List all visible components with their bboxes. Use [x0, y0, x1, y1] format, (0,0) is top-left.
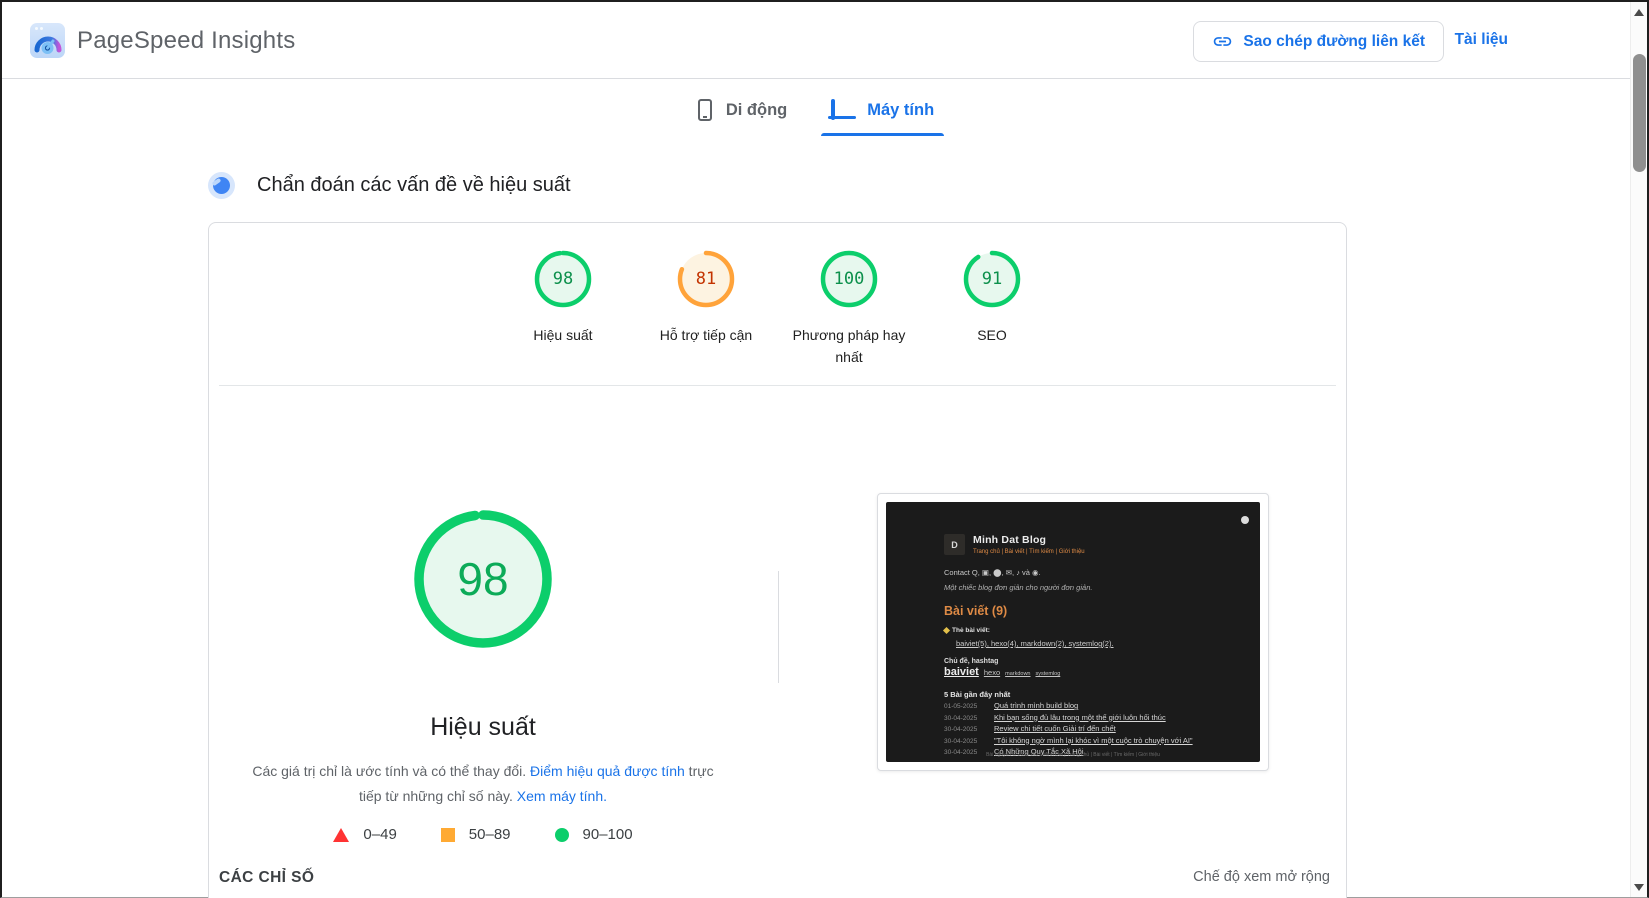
theme-toggle-dot-icon [1241, 516, 1249, 524]
category-seo[interactable]: 91 SEO [921, 249, 1064, 369]
site-contact-line: Contact Q, ▣, ⬤, ✉, ♪ và ◉. [944, 568, 1041, 577]
site-topics-label: Chủ đề, hashtag [944, 658, 998, 665]
category-gauges: 98 Hiệu suất 81 Hỗ trợ tiếp cận 100 [209, 249, 1346, 369]
laptop-icon [831, 101, 853, 119]
final-screenshot-thumbnail: D Minh Dat Blog Trang chủ | Bài viết | T… [877, 493, 1269, 771]
score-value: 100 [819, 249, 879, 309]
view-calculator-link[interactable]: Xem máy tính. [517, 788, 607, 804]
score-legend: 0–49 50–89 90–100 [243, 826, 723, 843]
legend-good: 90–100 [555, 826, 633, 843]
green-circle-icon [555, 828, 569, 842]
category-best-practices[interactable]: 100 Phương pháp hay nhất [778, 249, 921, 369]
category-accessibility[interactable]: 81 Hỗ trợ tiếp cận [635, 249, 778, 369]
legend-average: 50–89 [441, 826, 511, 843]
scroll-down-arrow[interactable] [1631, 879, 1647, 895]
category-label: SEO [977, 324, 1007, 346]
score-calculator-link[interactable]: Điểm hiệu quả được tính [530, 763, 685, 779]
site-tagline: Một chiếc blog đơn giản cho người đơn gi… [944, 583, 1092, 592]
category-performance[interactable]: 98 Hiệu suất [492, 249, 635, 369]
site-posts-heading: Bài viết (9) [944, 604, 1007, 618]
category-label: Phương pháp hay nhất [784, 324, 914, 369]
device-tabs: Di động Máy tính [2, 86, 1630, 136]
score-value: 81 [676, 249, 736, 309]
smartphone-icon [698, 99, 712, 121]
score-disclaimer: Các giá trị chỉ là ước tính và có thể th… [243, 759, 723, 809]
copy-link-button[interactable]: Sao chép đường liên kết [1193, 21, 1444, 62]
category-label: Hiệu suất [533, 324, 592, 346]
site-tag-cloud: baiviet hexo markdown systemlog [944, 666, 1060, 678]
performance-label: Hiệu suất [283, 713, 683, 742]
site-title: Minh Dat Blog [973, 534, 1085, 546]
metrics-section-header: CÁC CHỈ SỐ Chế độ xem mở rộng [219, 869, 1330, 887]
list-item: 30-04-2025 "Tôi không ngờ mình lại khóc … [944, 736, 1193, 748]
speed-gauge-icon [208, 172, 235, 199]
orange-square-icon [441, 828, 455, 842]
score-value: 98 [533, 249, 593, 309]
diagnose-title: Chẩn đoán các vấn đề về hiệu suất [257, 174, 571, 197]
vertical-scrollbar[interactable] [1630, 2, 1647, 897]
tag-icon [943, 627, 950, 634]
metrics-title: CÁC CHỈ SỐ [219, 869, 314, 887]
copy-link-label: Sao chép đường liên kết [1243, 33, 1425, 51]
score-value: 91 [962, 249, 1022, 309]
report-card: 98 Hiệu suất 81 Hỗ trợ tiếp cận 100 [208, 222, 1347, 898]
tab-mobile-label: Di động [726, 101, 787, 120]
page-title: PageSpeed Insights [77, 27, 295, 55]
site-tags-list: baiviet(5), hexo(4), markdown(2), system… [956, 639, 1114, 648]
site-recent-label: 5 Bài gần đây nhất [944, 690, 1010, 699]
site-tags-label: Thẻ bài viết: [944, 627, 990, 634]
site-nav: Trang chủ | Bài viết | Tìm kiếm | Giới t… [973, 549, 1085, 555]
list-item: 01-05-2025 Quá trình mình build blog [944, 701, 1193, 713]
tab-desktop-label: Máy tính [867, 101, 934, 120]
performance-score-gauge: 98 [411, 507, 555, 651]
performance-score-value: 98 [411, 507, 555, 651]
app-header: PageSpeed Insights Sao chép đường liên k… [2, 2, 1630, 79]
link-icon [1212, 31, 1233, 52]
scrollbar-thumb[interactable] [1633, 54, 1646, 172]
expanded-view-toggle[interactable]: Chế độ xem mở rộng [1193, 869, 1330, 885]
category-label: Hỗ trợ tiếp cận [660, 324, 752, 346]
diagnose-section-header: Chẩn đoán các vấn đề về hiệu suất [208, 172, 571, 199]
documentation-link[interactable]: Tài liệu [1455, 31, 1508, 49]
red-triangle-icon [333, 828, 349, 842]
vertical-divider [778, 571, 779, 683]
list-item: 30-04-2025 Review chi tiết cuốn Giải trí… [944, 724, 1193, 736]
legend-range: 90–100 [583, 826, 633, 843]
tab-mobile[interactable]: Di động [686, 86, 799, 134]
legend-range: 0–49 [363, 826, 396, 843]
screenshot-content: D Minh Dat Blog Trang chủ | Bài viết | T… [886, 502, 1260, 762]
legend-range: 50–89 [469, 826, 511, 843]
scroll-up-arrow[interactable] [1631, 4, 1647, 20]
site-footer: Bài nguyễn © 2025-2025 Minh Dat | Trang … [886, 752, 1260, 758]
site-recent-list: 01-05-2025 Quá trình mình build blog 30-… [944, 701, 1193, 759]
tab-desktop[interactable]: Máy tính [819, 86, 946, 134]
site-logo: D [944, 534, 965, 555]
pagespeed-logo-icon [30, 23, 65, 58]
disclaimer-text: Các giá trị chỉ là ước tính và có thể th… [252, 763, 530, 779]
home-link[interactable]: PageSpeed Insights [30, 23, 295, 58]
list-item: 30-04-2025 Khi bạn sống đủ lâu trong một… [944, 713, 1193, 725]
site-header: D Minh Dat Blog Trang chủ | Bài viết | T… [944, 534, 1085, 555]
divider [219, 385, 1336, 386]
legend-fail: 0–49 [333, 826, 396, 843]
